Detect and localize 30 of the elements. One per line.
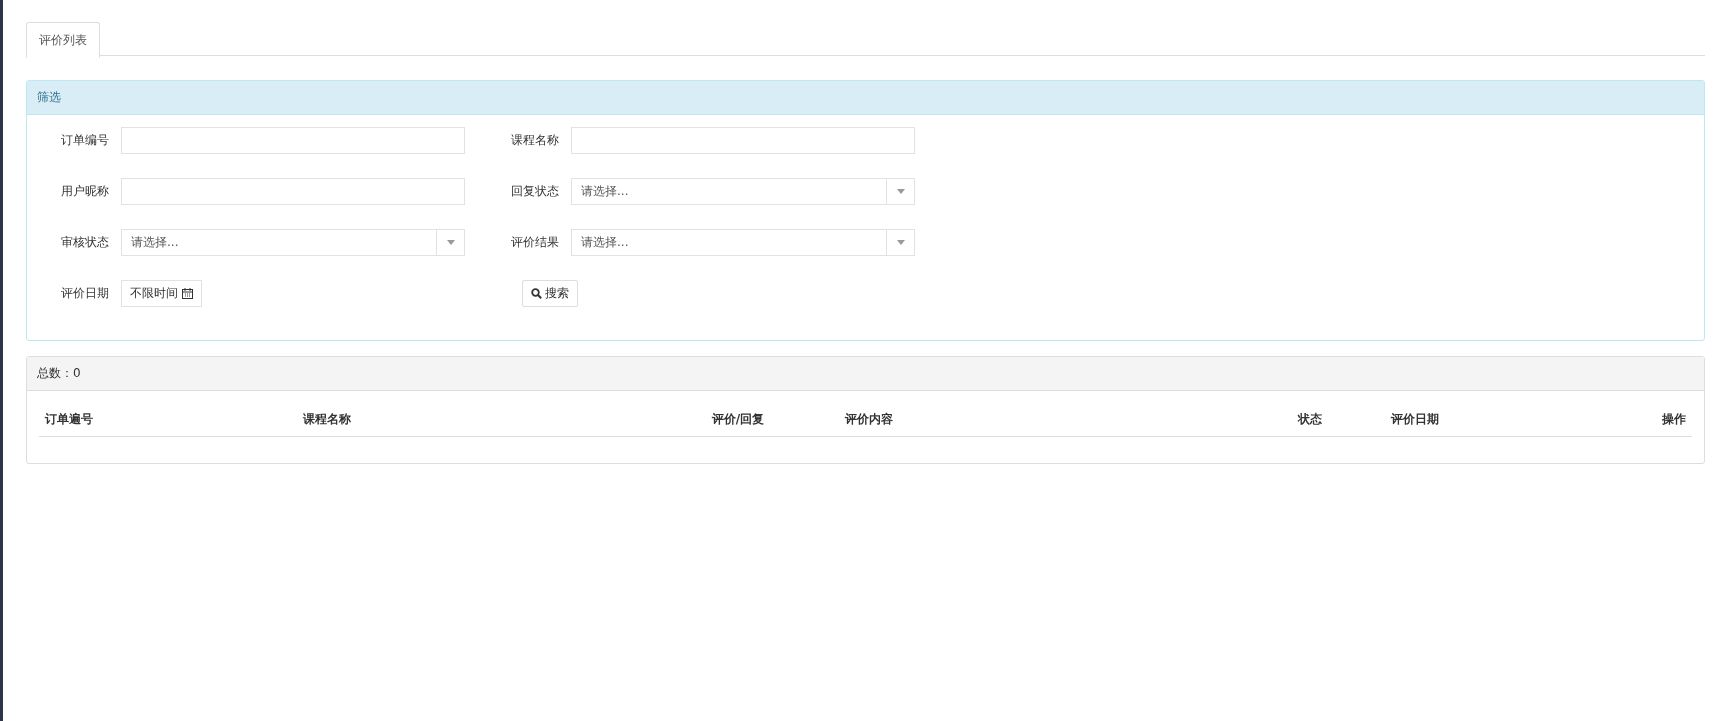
text-input[interactable]: [121, 127, 465, 154]
total-count: 总数：0: [37, 365, 81, 382]
field-label: 用户昵称: [60, 183, 109, 200]
column-header: 状态: [1262, 401, 1385, 437]
column-header: 评价/回复: [680, 401, 840, 437]
search-button[interactable]: 搜索: [522, 280, 578, 307]
field-label: 评价结果: [510, 234, 559, 251]
field-label: 回复状态: [510, 183, 559, 200]
column-header: 评价日期: [1384, 401, 1560, 437]
date-picker-button[interactable]: 不限时间: [121, 280, 202, 307]
field-label: 课程名称: [510, 132, 559, 149]
column-header: 评价内容: [839, 401, 1263, 437]
calendar-icon: [182, 288, 193, 299]
tab[interactable]: 评价列表: [26, 22, 100, 58]
column-header: 订单遍号: [39, 401, 297, 437]
field-label: 订单编号: [60, 132, 109, 149]
filter-panel-header: 筛选: [27, 81, 1704, 115]
caret-icon: [896, 240, 905, 245]
column-header: 课程名称: [296, 401, 681, 437]
caret-icon: [896, 189, 905, 194]
select-field[interactable]: 请选择...: [121, 229, 465, 256]
search-icon: [531, 288, 542, 299]
select-field[interactable]: 请选择...: [571, 178, 915, 205]
text-input[interactable]: [121, 178, 465, 205]
caret-icon: [446, 240, 455, 245]
column-header: 操作: [1559, 401, 1692, 437]
field-label: 审核状态: [60, 234, 109, 251]
text-input[interactable]: [571, 127, 915, 154]
field-label: 评价日期: [60, 285, 109, 302]
select-field[interactable]: 请选择...: [571, 229, 915, 256]
